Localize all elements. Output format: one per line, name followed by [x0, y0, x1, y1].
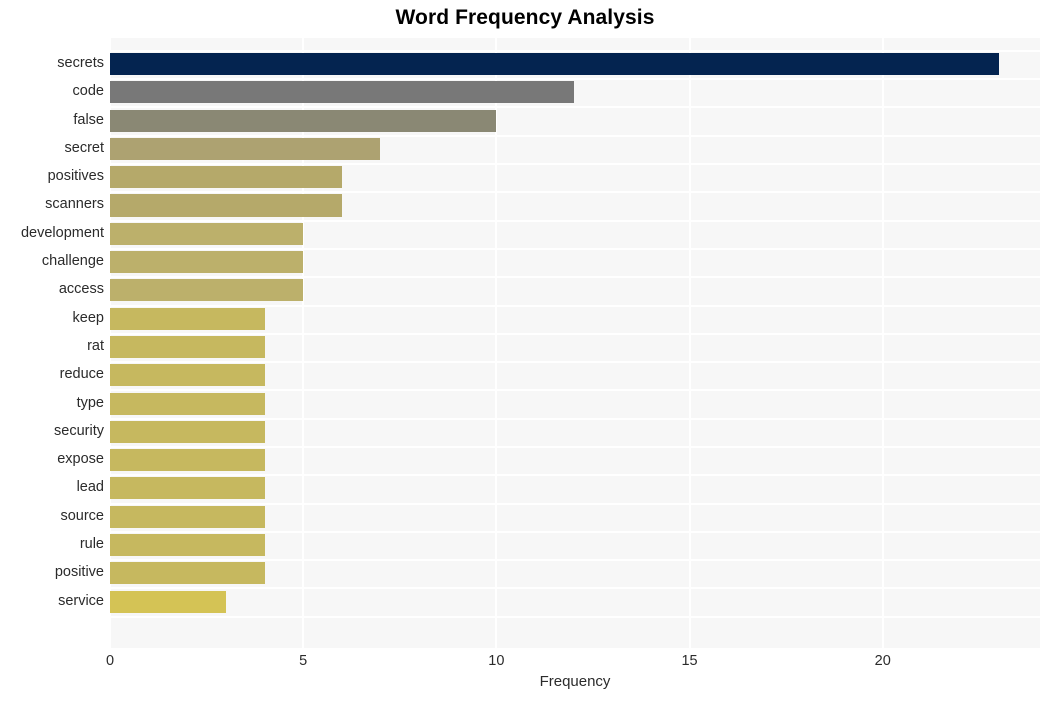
bar [110, 81, 574, 104]
bar [110, 52, 999, 76]
y-gridline [110, 276, 1040, 279]
bar [110, 590, 226, 613]
y-gridline [110, 474, 1040, 477]
x-gridline [688, 38, 691, 648]
y-gridline [110, 247, 1040, 250]
x-axis-title: Frequency [539, 673, 611, 690]
y-axis-tick-labels: secrets code false secret positives scanners d… [0, 38, 104, 648]
chart-figure: Word Frequency Analysis secrets code false… [0, 0, 1050, 701]
bar [110, 194, 342, 217]
bar [110, 533, 265, 557]
y-axis-label: rat [87, 337, 104, 354]
bar [110, 505, 265, 528]
x-axis-tick: 0 [105, 653, 115, 669]
y-axis-label: false [73, 111, 104, 128]
y-gridline [110, 530, 1040, 533]
y-axis-label: secrets [57, 55, 104, 72]
bar [110, 335, 265, 358]
chart-title: Word Frequency Analysis [395, 6, 655, 29]
y-axis-label: code [72, 83, 104, 100]
bar [110, 392, 265, 415]
y-gridline [110, 49, 1040, 52]
x-axis-tick-labels: 0 5 10 15 20 [0, 650, 1050, 674]
x-axis-tick: 20 [874, 653, 891, 669]
y-gridline [110, 78, 1040, 81]
y-axis-label: keep [72, 309, 104, 326]
y-axis-label: rule [79, 536, 104, 552]
bar [110, 137, 381, 160]
y-gridline [110, 191, 1040, 194]
bar [110, 109, 497, 132]
x-axis-tick: 10 [488, 653, 505, 669]
y-gridline [110, 219, 1040, 222]
y-gridline [110, 134, 1040, 137]
y-axis-label: secret [64, 139, 105, 156]
y-axis-label: reduce [59, 366, 104, 383]
bar [110, 449, 265, 472]
y-axis-label: lead [76, 479, 104, 496]
y-axis-label: service [58, 592, 104, 609]
bar [110, 307, 265, 330]
y-axis-label: access [58, 281, 104, 298]
bar [110, 562, 265, 585]
y-axis-label: type [76, 394, 104, 411]
y-axis-label: scanners [45, 196, 104, 213]
y-gridline [110, 502, 1040, 505]
x-gridline [881, 38, 884, 648]
x-axis-tick: 15 [681, 653, 698, 669]
y-gridline [110, 361, 1040, 364]
y-gridline [110, 615, 1040, 618]
bar [110, 166, 342, 189]
y-gridline [110, 163, 1040, 166]
bar [110, 222, 304, 245]
y-axis-label: positives [47, 168, 104, 185]
bar [110, 251, 304, 274]
y-axis-label: security [54, 422, 104, 439]
bar [110, 364, 265, 387]
y-gridline [110, 389, 1040, 392]
y-axis-label: development [20, 224, 104, 241]
bar [110, 279, 304, 302]
y-axis-label: source [60, 507, 104, 524]
y-gridline [110, 587, 1040, 590]
x-axis-tick: 5 [299, 653, 308, 669]
y-axis-label: challenge [41, 253, 104, 270]
bar [110, 477, 265, 500]
y-gridline [110, 417, 1040, 420]
y-axis-label: expose [57, 451, 104, 468]
y-gridline [110, 332, 1040, 335]
y-gridline [110, 445, 1040, 448]
y-gridline [110, 304, 1040, 307]
y-gridline [110, 106, 1040, 109]
bar [110, 420, 265, 443]
y-gridline [110, 559, 1040, 562]
y-axis-label: positive [54, 564, 104, 581]
plot-area [110, 38, 1040, 648]
